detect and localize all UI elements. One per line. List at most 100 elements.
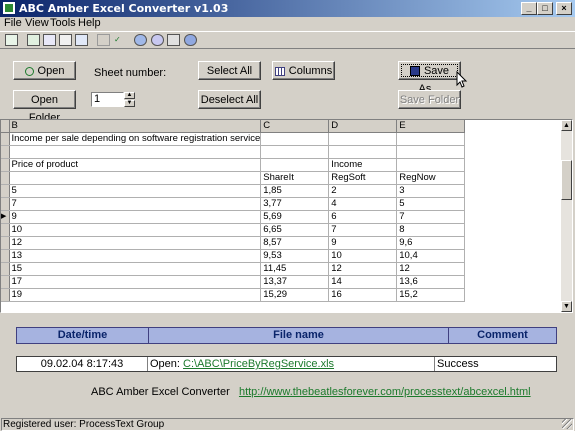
- grid-cell[interactable]: 3,77: [260, 197, 330, 211]
- grid-cell[interactable]: Price of product: [9, 158, 262, 172]
- resize-grip-icon[interactable]: [562, 419, 572, 429]
- row-header[interactable]: [1, 249, 10, 263]
- grid-cell[interactable]: 6,65: [260, 223, 330, 237]
- menu-file[interactable]: File: [4, 17, 22, 29]
- grid-cell[interactable]: 5: [396, 197, 466, 211]
- spin-down-icon[interactable]: ▼: [124, 100, 135, 107]
- spell-icon[interactable]: ✓: [114, 34, 127, 46]
- grid-row[interactable]: ▶ 9 5,69 6 7: [1, 210, 466, 224]
- grid-cell[interactable]: [396, 132, 466, 146]
- grid-cell[interactable]: [260, 132, 330, 146]
- grid-cell[interactable]: 5: [9, 184, 262, 198]
- grid-cell[interactable]: [396, 158, 466, 172]
- grid-row[interactable]: [1, 145, 466, 159]
- row-header[interactable]: [1, 288, 10, 302]
- help-icon[interactable]: [151, 34, 164, 46]
- open-folder-button[interactable]: Open Folder: [13, 90, 76, 124]
- grid-cell[interactable]: 15,29: [260, 288, 330, 302]
- grid-row[interactable]: 12 8,57 9 9,6: [1, 236, 466, 250]
- grid-row[interactable]: 13 9,53 10 10,4: [1, 249, 466, 263]
- sheet-number-spinner[interactable]: ▲ ▼: [124, 92, 135, 107]
- new-icon[interactable]: [5, 34, 18, 46]
- footer-url-link[interactable]: http://www.thebeatlesforever.com/process…: [239, 386, 531, 398]
- grid-cell[interactable]: Income: [328, 158, 398, 172]
- convert-icon[interactable]: [43, 34, 56, 46]
- grid-cell[interactable]: 12: [396, 262, 466, 276]
- maximize-button[interactable]: □: [537, 2, 553, 15]
- row-header[interactable]: [1, 145, 10, 159]
- row-header[interactable]: [1, 223, 10, 237]
- grid-cell[interactable]: 14: [328, 275, 398, 289]
- grid-cell[interactable]: 2: [328, 184, 398, 198]
- grid-cell[interactable]: RegNow: [396, 171, 466, 185]
- grid-cell[interactable]: 13,6: [396, 275, 466, 289]
- app-icon[interactable]: [2, 1, 16, 15]
- log-entry-file-link[interactable]: C:\ABC\PriceByRegService.xls: [183, 358, 334, 370]
- log-entry-row[interactable]: 09.02.04 8:17:43 Open: C:\ABC\PriceByReg…: [16, 356, 557, 372]
- row-header[interactable]: [1, 184, 10, 198]
- cut-icon[interactable]: [97, 34, 110, 46]
- grid-cell[interactable]: 4: [328, 197, 398, 211]
- grid-cell[interactable]: 10,4: [396, 249, 466, 263]
- row-header[interactable]: [1, 158, 10, 172]
- grid-cell[interactable]: 15: [9, 262, 262, 276]
- grid-cell[interactable]: 7: [396, 210, 466, 224]
- grid-cell[interactable]: 10: [328, 249, 398, 263]
- column-header-d[interactable]: D: [328, 120, 398, 133]
- grid-row[interactable]: 5 1,85 2 3: [1, 184, 466, 198]
- grid-cell[interactable]: Income per sale depending on software re…: [9, 132, 262, 146]
- grid-cell[interactable]: 12: [9, 236, 262, 250]
- deselect-all-button[interactable]: Deselect All: [198, 90, 261, 109]
- grid-cell[interactable]: 6: [328, 210, 398, 224]
- column-header-c[interactable]: C: [260, 120, 330, 133]
- grid-cell[interactable]: [260, 145, 330, 159]
- grid-cell[interactable]: 8,57: [260, 236, 330, 250]
- row-header[interactable]: [1, 262, 10, 276]
- row-header[interactable]: [1, 171, 10, 185]
- select-all-button[interactable]: Select All: [198, 61, 261, 80]
- menu-tools[interactable]: Tools: [50, 17, 76, 29]
- scroll-thumb[interactable]: [561, 160, 572, 200]
- row-header[interactable]: [1, 132, 10, 146]
- minimize-button[interactable]: _: [521, 2, 537, 15]
- row-header[interactable]: [1, 275, 10, 289]
- grid-row[interactable]: ShareIt RegSoft RegNow: [1, 171, 466, 185]
- grid-row[interactable]: Income per sale depending on software re…: [1, 132, 466, 146]
- row-header[interactable]: [1, 197, 10, 211]
- print-preview-icon[interactable]: [75, 34, 88, 46]
- row-header[interactable]: ▶: [1, 210, 10, 224]
- save-as-button[interactable]: Save As...: [398, 61, 461, 95]
- scroll-up-icon[interactable]: ▲: [561, 120, 572, 131]
- grid-cell[interactable]: 19: [9, 288, 262, 302]
- menu-view[interactable]: View: [25, 17, 49, 29]
- settings-icon[interactable]: [134, 34, 147, 46]
- grid-cell[interactable]: [328, 132, 398, 146]
- grid-cell[interactable]: 9: [328, 236, 398, 250]
- column-header-b[interactable]: B: [9, 120, 262, 133]
- grid-cell[interactable]: 12: [328, 262, 398, 276]
- grid-row[interactable]: Price of product Income: [1, 158, 466, 172]
- grid-cell[interactable]: RegSoft: [328, 171, 398, 185]
- grid-cell[interactable]: 7: [9, 197, 262, 211]
- column-header-e[interactable]: E: [396, 120, 466, 133]
- grid-cell[interactable]: ShareIt: [260, 171, 330, 185]
- grid-cell[interactable]: 10: [9, 223, 262, 237]
- grid-row[interactable]: 7 3,77 4 5: [1, 197, 466, 211]
- save-folder-button[interactable]: Save Folder: [398, 90, 461, 109]
- open-icon[interactable]: [27, 34, 40, 46]
- grid-cell[interactable]: 7: [328, 223, 398, 237]
- grid-cell[interactable]: [9, 145, 262, 159]
- grid-cell[interactable]: 5,69: [260, 210, 330, 224]
- grid-cell[interactable]: 9: [9, 210, 262, 224]
- menu-help[interactable]: Help: [78, 17, 101, 29]
- title-bar[interactable]: ABC Amber Excel Converter v1.03 _ □ ×: [0, 0, 575, 17]
- grid-row[interactable]: 19 15,29 16 15,2: [1, 288, 466, 302]
- scroll-down-icon[interactable]: ▼: [561, 301, 572, 312]
- grid-cell[interactable]: 9,6: [396, 236, 466, 250]
- grid-cell[interactable]: 13,37: [260, 275, 330, 289]
- web-icon[interactable]: [184, 34, 197, 46]
- spin-up-icon[interactable]: ▲: [124, 92, 135, 99]
- grid-cell[interactable]: 8: [396, 223, 466, 237]
- columns-button[interactable]: Columns: [272, 61, 335, 80]
- grid-cell[interactable]: 1,85: [260, 184, 330, 198]
